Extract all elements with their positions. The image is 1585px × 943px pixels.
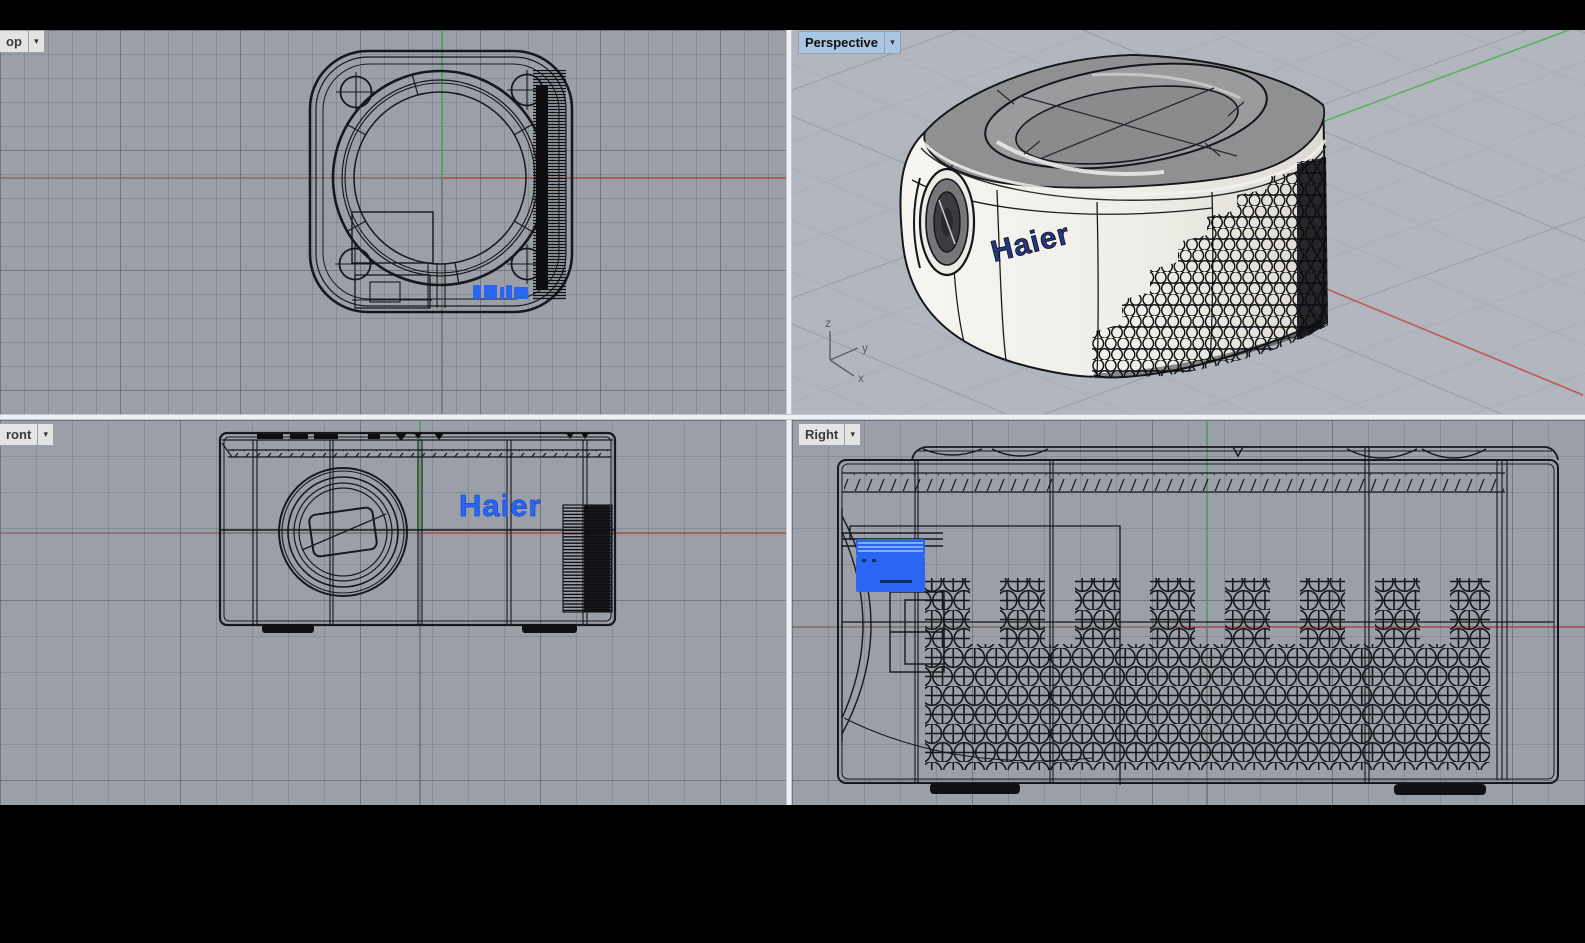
viewport-divider-horizontal[interactable] xyxy=(0,414,1585,420)
bottom-black-area xyxy=(0,805,1585,943)
chevron-down-icon[interactable]: ▾ xyxy=(844,424,860,445)
chevron-down-icon[interactable]: ▾ xyxy=(37,424,53,445)
viewport-tab-right-label: Right xyxy=(799,424,844,445)
viewport-tab-front[interactable]: ront ▾ xyxy=(0,423,54,446)
gizmo-y-label: y xyxy=(862,341,868,355)
rhino-four-view-workspace: op ▾ xyxy=(0,0,1585,943)
top-view-axes xyxy=(0,30,786,414)
viewport-tab-top[interactable]: op ▾ xyxy=(0,30,45,53)
viewport-tab-right[interactable]: Right ▾ xyxy=(798,423,861,446)
model-perspective-view[interactable]: Haier xyxy=(900,48,1328,378)
top-view-wireframe xyxy=(0,30,786,414)
axis-gizmo: z y x xyxy=(825,316,868,385)
chevron-down-icon[interactable]: ▾ xyxy=(884,32,900,53)
viewport-tab-perspective-label: Perspective xyxy=(799,32,884,53)
front-view-wireframe: Haier xyxy=(0,420,786,805)
right-view-wireframe xyxy=(792,420,1585,805)
rim-scallops xyxy=(923,447,1486,458)
haier-logo-front-selected[interactable]: Haier xyxy=(459,488,542,523)
viewport-top[interactable]: op ▾ xyxy=(0,30,786,414)
viewport-tab-front-label: ront xyxy=(0,424,37,445)
perspective-view-shaded: Haier z y x xyxy=(792,30,1585,414)
gizmo-z-label: z xyxy=(825,316,831,330)
viewport-right[interactable]: Right ▾ xyxy=(792,420,1585,805)
top-black-bar xyxy=(0,0,1585,30)
selected-haier-object-right-view[interactable] xyxy=(856,539,925,592)
front-view-axes xyxy=(0,420,786,805)
viewport-perspective[interactable]: Haier z y x Perspective ▾ xyxy=(792,30,1585,414)
viewport-tab-top-label: op xyxy=(0,31,28,52)
model-top-view[interactable] xyxy=(310,51,572,312)
lens-front-view xyxy=(279,468,407,596)
perspective-world-axes xyxy=(1300,30,1585,395)
gizmo-x-label: x xyxy=(858,371,864,385)
model-right-view[interactable] xyxy=(838,447,1558,795)
viewport-front[interactable]: Haier ront ▾ xyxy=(0,420,786,805)
selected-haier-object-top-view[interactable] xyxy=(473,285,528,299)
grille-hatch-top-view xyxy=(533,70,566,300)
chevron-down-icon[interactable]: ▾ xyxy=(28,31,44,52)
viewport-tab-perspective[interactable]: Perspective ▾ xyxy=(798,31,901,54)
vent-front-view xyxy=(563,505,612,612)
